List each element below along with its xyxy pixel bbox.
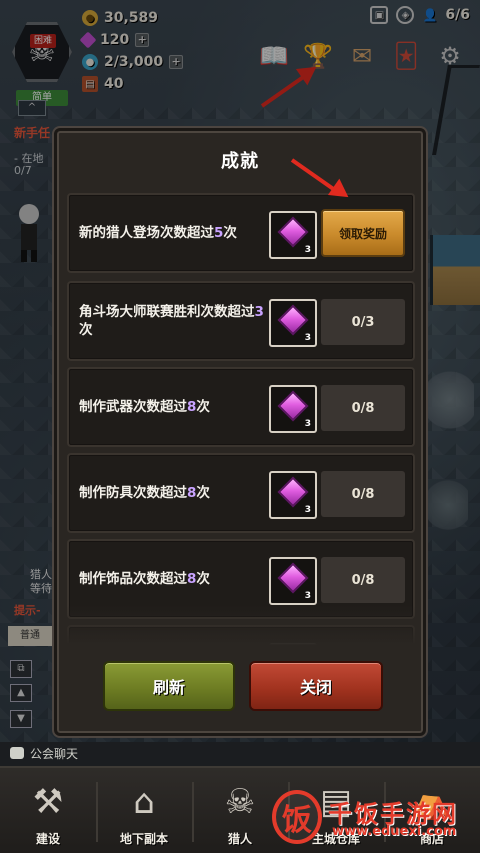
achievement-text: 制作防具次数超过8次 bbox=[79, 485, 210, 501]
achievement-row: 制作武器次数超过8次 3 0/8 bbox=[67, 367, 415, 447]
reward-slot: 3 bbox=[269, 211, 317, 259]
reward-count: 3 bbox=[304, 333, 311, 343]
site-watermark: 饭 千饭手游网 www.eduexi.com bbox=[272, 790, 472, 846]
chat-bubble-icon bbox=[10, 747, 24, 759]
gem-icon bbox=[277, 476, 309, 508]
guild-chat-bar[interactable]: 公会聊天 bbox=[0, 742, 480, 766]
reward-count: 3 bbox=[304, 419, 311, 429]
claim-reward-button[interactable]: 领取奖励 bbox=[321, 209, 405, 257]
reward-count: 3 bbox=[304, 245, 311, 255]
list-fade bbox=[67, 605, 415, 645]
reward-count: 3 bbox=[304, 505, 311, 515]
achievement-text: 角斗场大师联赛胜利次数超过3次 bbox=[79, 304, 264, 338]
achievement-list[interactable]: 新的猎人登场次数超过5次 3 领取奖励 角斗场大师联赛胜利次数超过3次 3 0/… bbox=[67, 189, 415, 645]
watermark-logo: 饭 bbox=[272, 790, 322, 844]
nav-label: 地下副本 bbox=[119, 832, 168, 846]
gem-icon bbox=[277, 390, 309, 422]
reward-slot: 3 bbox=[269, 385, 317, 433]
watermark-url: www.eduexi.com bbox=[332, 824, 457, 839]
gem-icon bbox=[277, 304, 309, 336]
reward-slot: 3 bbox=[269, 471, 317, 519]
hunter-skull-icon: ☠ bbox=[224, 782, 256, 822]
achievement-progress: 0/8 bbox=[321, 557, 405, 603]
achievement-text: 新的猎人登场次数超过5次 bbox=[79, 225, 237, 241]
achievements-dialog: 成就 新的猎人登场次数超过5次 3 领取奖励 角斗场大师联赛胜利次数超过3次 3… bbox=[54, 128, 426, 736]
hammer-icon: ⚒ bbox=[32, 782, 64, 822]
achievement-row: 角斗场大师联赛胜利次数超过3次 3 0/3 bbox=[67, 281, 415, 361]
nav-dungeon[interactable]: ⌂ 地下副本 bbox=[96, 768, 192, 853]
refresh-button[interactable]: 刷新 bbox=[103, 661, 235, 711]
dialog-title: 成就 bbox=[221, 151, 259, 172]
dungeon-gate-icon: ⌂ bbox=[133, 782, 155, 822]
achievement-progress: 0/3 bbox=[321, 299, 405, 345]
gem-icon bbox=[277, 562, 309, 594]
reward-slot: 3 bbox=[269, 299, 317, 347]
guild-chat-label: 公会聊天 bbox=[30, 747, 79, 761]
nav-label: 建设 bbox=[35, 832, 60, 846]
achievement-row: 制作防具次数超过8次 3 0/8 bbox=[67, 453, 415, 533]
achievement-text: 制作武器次数超过8次 bbox=[79, 399, 210, 415]
reward-count: 3 bbox=[304, 591, 311, 601]
nav-build[interactable]: ⚒ 建设 bbox=[0, 768, 96, 853]
achievement-row: 新的猎人登场次数超过5次 3 领取奖励 bbox=[67, 193, 415, 273]
close-button[interactable]: 关闭 bbox=[249, 661, 383, 711]
reward-slot: 3 bbox=[269, 557, 317, 605]
gem-icon bbox=[277, 216, 309, 248]
achievement-text: 制作饰品次数超过8次 bbox=[79, 571, 210, 587]
achievement-progress: 0/8 bbox=[321, 471, 405, 517]
achievement-progress: 0/8 bbox=[321, 385, 405, 431]
